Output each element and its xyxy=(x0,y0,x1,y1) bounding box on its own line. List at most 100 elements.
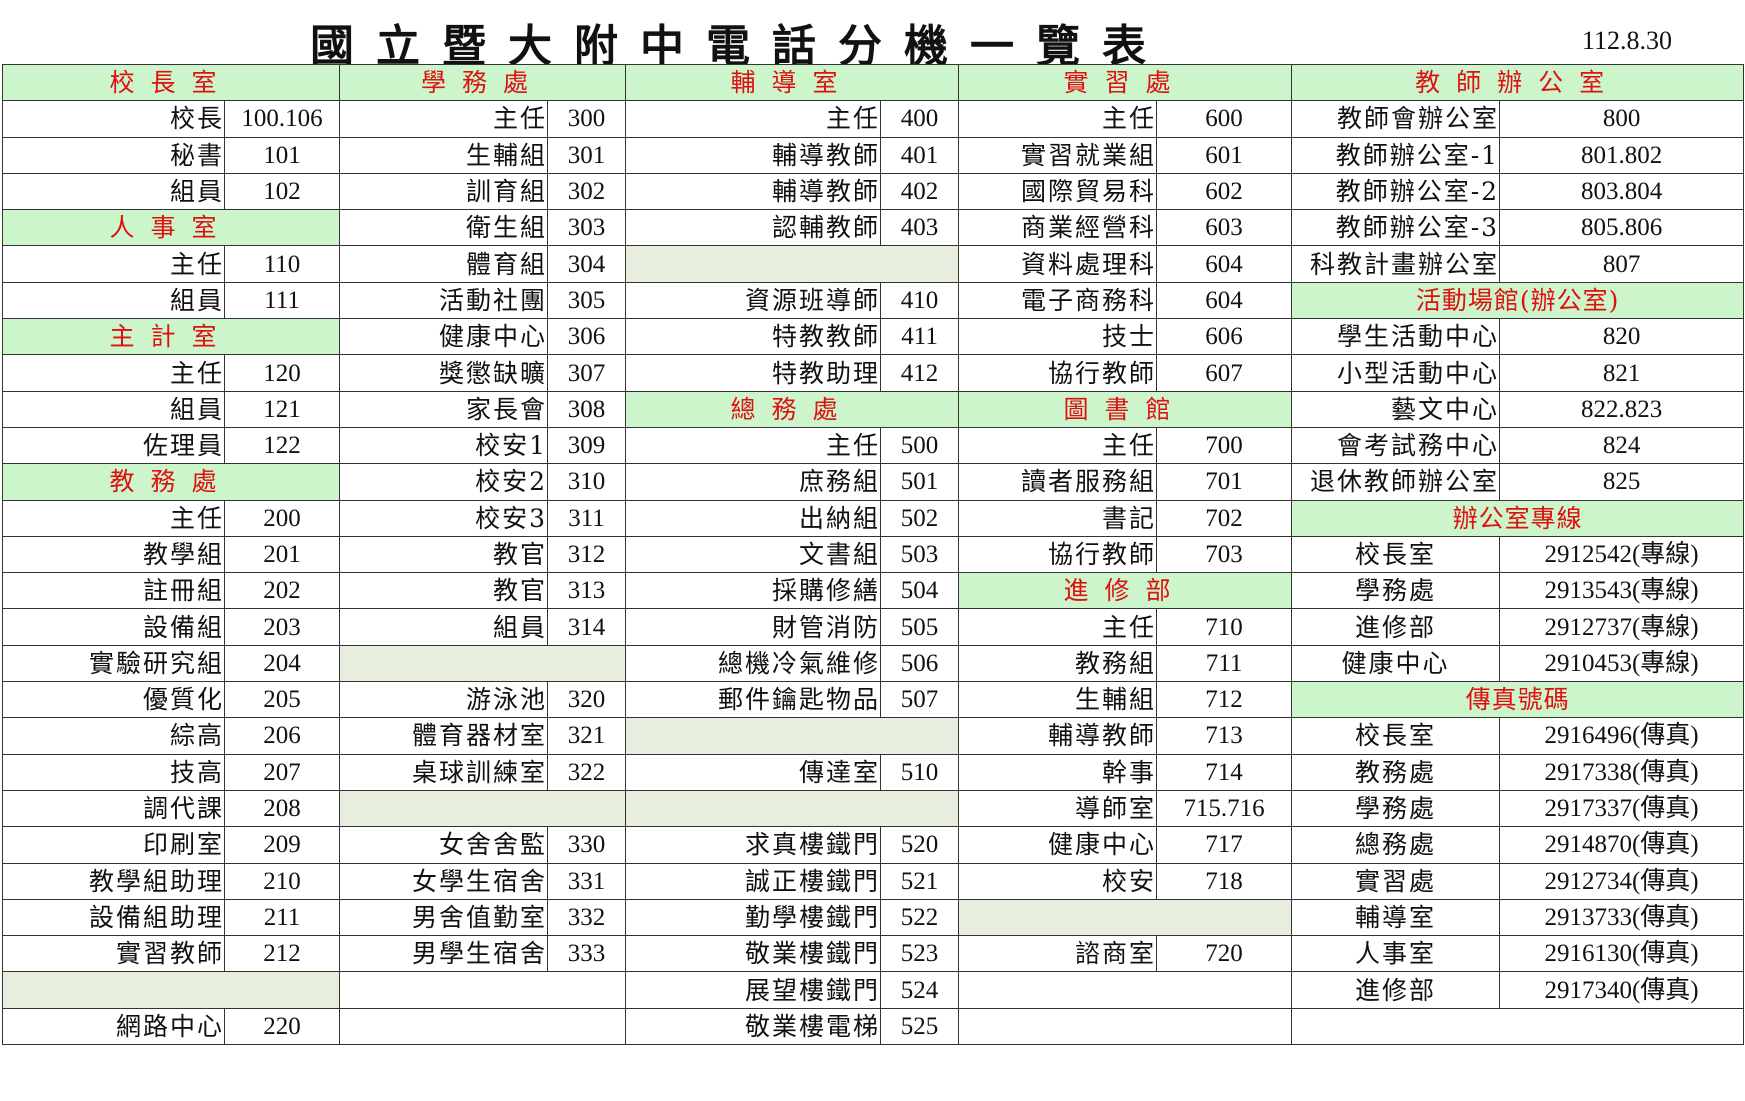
extension-label: 校安2 xyxy=(339,463,549,501)
document-date: 112.8.30 xyxy=(1582,26,1673,55)
extension-label: 總機冷氣維修 xyxy=(625,644,882,683)
extension-number: 503 xyxy=(880,535,960,574)
extension-label: 導師室 xyxy=(958,789,1158,828)
extension-label: 幹事 xyxy=(958,753,1158,791)
extension-label: 衛生組 xyxy=(339,209,549,247)
extension-number: 309 xyxy=(547,426,627,465)
extension-label: 健康中心 xyxy=(958,826,1158,864)
extension-label: 電子商務科 xyxy=(958,281,1158,320)
extension-number: 2912737(專線) xyxy=(1499,608,1745,646)
extension-number: 321 xyxy=(547,717,627,755)
extension-number: 507 xyxy=(880,681,960,719)
blank-cell xyxy=(339,644,627,683)
extension-number: 718 xyxy=(1156,862,1293,900)
extension-number: 402 xyxy=(880,172,960,211)
extension-number: 2917340(傳真) xyxy=(1499,971,1745,1009)
extension-number: 2912734(傳真) xyxy=(1499,862,1745,900)
extension-label: 主任 xyxy=(625,426,882,465)
table-row: 組員 121 家長會 308 總務處 圖書館 藝文中心 822.823 xyxy=(2,390,1745,428)
extension-label: 佐理員 xyxy=(2,426,225,465)
extension-label: 男舍值勤室 xyxy=(339,898,549,937)
extension-label: 特教教師 xyxy=(625,318,882,356)
blank-cell xyxy=(1,971,341,1009)
extension-label: 主任 xyxy=(2,354,225,392)
extension-label: 求真樓鐵門 xyxy=(625,826,882,864)
table-row: 主任 110 體育組 304 資料處理科 604 科教計畫辦公室 807 xyxy=(2,245,1745,283)
extension-number: 308 xyxy=(547,390,627,428)
extension-number: 2914870(傳真) xyxy=(1499,826,1745,864)
extension-number: 504 xyxy=(880,572,960,610)
extension-label: 主任 xyxy=(2,499,225,537)
extension-label: 財管消防 xyxy=(625,608,882,646)
extension-label: 主任 xyxy=(339,100,549,138)
extension-label: 學務處 xyxy=(1291,789,1501,828)
blank-cell xyxy=(625,789,960,828)
extension-number: 332 xyxy=(547,898,627,937)
table-row: 綜高 206 體育器材室 321 輔導教師 713 校長室 2916496(傳真) xyxy=(2,717,1745,755)
extension-label: 勤學樓鐵門 xyxy=(625,898,882,937)
extension-number: 211 xyxy=(223,898,341,937)
extension-label: 組員 xyxy=(2,172,225,211)
extension-label: 組員 xyxy=(2,281,225,320)
table-row: 人事室 衛生組 303 認輔教師 403 商業經營科 603 教師辦公室-3 805.806 xyxy=(1,209,1745,247)
table-row: 印刷室 209 女舍舍監 330 求真樓鐵門 520 健康中心 717 總務處 2914870(傳… xyxy=(2,826,1745,864)
extension-number: 607 xyxy=(1156,354,1293,392)
section-header: 活動場館(辦公室) xyxy=(1291,281,1745,320)
extension-label: 主任 xyxy=(958,608,1158,646)
extension-number: 714 xyxy=(1156,753,1293,791)
table-row: 組員 102 訓育組 302 輔導教師 402 國際貿易科 602 教師辦公室-2 803.804 xyxy=(2,172,1745,211)
extension-number: 320 xyxy=(547,681,627,719)
extension-number: 208 xyxy=(223,789,341,828)
extension-number: 313 xyxy=(547,572,627,610)
extension-label: 資源班導師 xyxy=(625,281,882,320)
extension-label: 校長 xyxy=(2,100,225,138)
extension-label: 實習教師 xyxy=(2,935,225,973)
table-row: 網路中心 220 敬業樓電梯 525 xyxy=(2,1007,1745,1046)
empty-cell xyxy=(1291,1007,1745,1046)
table-row: 教務處 校安2 310 庶務組 501 讀者服務組 701 退休教師辦公室 825 xyxy=(1,463,1745,501)
extension-label: 校安1 xyxy=(339,426,549,465)
extension-label: 教學組 xyxy=(2,535,225,574)
extension-number: 711 xyxy=(1156,644,1293,683)
table-row: 優質化 205 游泳池 320 郵件鑰匙物品 507 生輔組 712 傳真號碼 xyxy=(2,681,1745,719)
extension-label: 採購修繕 xyxy=(625,572,882,610)
extension-number: 523 xyxy=(880,935,960,973)
table-row: 組員 111 活動社團 305 資源班導師 410 電子商務科 604 活動場館(辦公室) xyxy=(2,281,1745,320)
extension-label: 庶務組 xyxy=(625,463,882,501)
table-row: 教學組 201 教官 312 文書組 503 協行教師 703 校長室 2912542(專線) xyxy=(2,535,1745,574)
extension-number: 204 xyxy=(223,644,341,683)
extension-number: 100.106 xyxy=(223,100,341,138)
table-row: 調代課 208 導師室 715.716 學務處 2917337(傳真) xyxy=(2,789,1745,828)
extension-number: 807 xyxy=(1499,245,1745,283)
table-row: 設備組 203 組員 314 財管消防 505 主任 710 進修部 2912737(專線) xyxy=(2,608,1745,646)
extension-number: 210 xyxy=(223,862,341,900)
extension-table: 校長室 學務處 輔導室 實習處 教師辦公室 校長 100.106 主任 300 主任 400 主任 60… xyxy=(1,63,1745,1046)
extension-label: 主任 xyxy=(958,100,1158,138)
section-header: 圖書館 xyxy=(958,390,1293,428)
extension-number: 310 xyxy=(547,463,627,501)
extension-number: 505 xyxy=(880,608,960,646)
extension-number: 101 xyxy=(223,136,341,174)
extension-label: 協行教師 xyxy=(958,535,1158,574)
extension-number: 700 xyxy=(1156,426,1293,465)
extension-number: 820 xyxy=(1499,318,1745,356)
section-header: 傳真號碼 xyxy=(1291,681,1745,719)
extension-number: 303 xyxy=(547,209,627,247)
extension-label: 資料處理科 xyxy=(958,245,1158,283)
extension-label: 教師辦公室-3 xyxy=(1291,209,1501,247)
table-row: 設備組助理 211 男舍值勤室 332 勤學樓鐵門 522 輔導室 2913733(傳真) xyxy=(2,898,1745,937)
extension-number: 710 xyxy=(1156,608,1293,646)
extension-number: 606 xyxy=(1156,318,1293,356)
extension-number: 713 xyxy=(1156,717,1293,755)
extension-label: 校長室 xyxy=(1291,717,1501,755)
extension-number: 600 xyxy=(1156,100,1293,138)
extension-label: 郵件鑰匙物品 xyxy=(625,681,882,719)
extension-number: 202 xyxy=(223,572,341,610)
extension-number: 300 xyxy=(547,100,627,138)
extension-number: 209 xyxy=(223,826,341,864)
section-header: 校長室 xyxy=(1,63,341,102)
table-row: 技高 207 桌球訓練室 322 傳達室 510 幹事 714 教務處 2917338(傳真) xyxy=(2,753,1745,791)
blank-cell xyxy=(339,789,627,828)
extension-label: 活動社團 xyxy=(339,281,549,320)
extension-number: 701 xyxy=(1156,463,1293,501)
